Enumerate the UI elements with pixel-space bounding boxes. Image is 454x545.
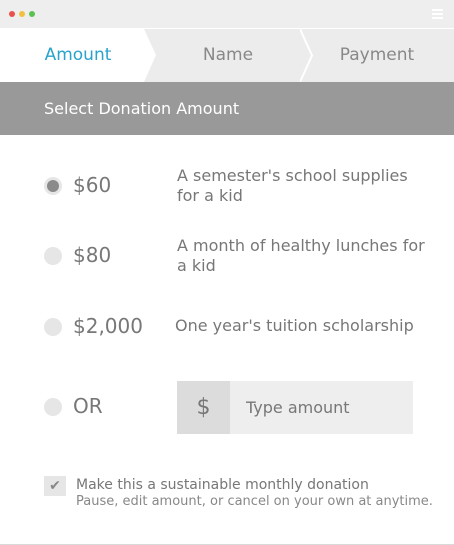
monthly-checkbox[interactable]: ✔: [44, 476, 66, 496]
tab-name[interactable]: Name: [156, 29, 300, 82]
tab-payment[interactable]: Payment: [300, 29, 454, 82]
option-amount: $2,000: [73, 314, 143, 338]
maximize-dot-icon[interactable]: [29, 11, 35, 17]
radio-button-selected[interactable]: [44, 177, 62, 195]
option-description: A semester's school supplies for a kid: [177, 166, 408, 205]
checkmark-icon: ✔: [49, 478, 61, 494]
option-amount: $60: [73, 173, 112, 197]
hamburger-menu-icon[interactable]: [432, 9, 443, 21]
radio-button[interactable]: [44, 398, 62, 416]
section-header: Select Donation Amount: [0, 82, 454, 135]
tab-amount-label: Amount: [44, 45, 112, 65]
close-dot-icon[interactable]: [9, 11, 15, 17]
radio-button[interactable]: [44, 318, 62, 336]
monthly-title: Make this a sustainable monthly donation: [76, 477, 369, 493]
option-description: A month of healthy lunches for a kid: [177, 236, 425, 275]
or-label: OR: [73, 394, 103, 418]
step-tabs: Amount Name Payment: [0, 29, 454, 82]
currency-prefix: $: [177, 381, 230, 434]
radio-button[interactable]: [44, 247, 62, 265]
tab-amount[interactable]: Amount: [0, 29, 156, 82]
donation-window: Amount Name Payment Select Donation Amou…: [0, 0, 454, 545]
minimize-dot-icon[interactable]: [19, 11, 25, 17]
section-title: Select Donation Amount: [44, 99, 240, 118]
monthly-subtitle: Pause, edit amount, or cancel on your ow…: [76, 494, 433, 509]
title-bar: [0, 0, 454, 28]
tab-name-label: Name: [202, 45, 254, 65]
tab-payment-label: Payment: [339, 45, 415, 65]
option-description: One year's tuition scholarship: [175, 316, 414, 335]
option-amount: $80: [73, 243, 112, 267]
custom-amount-input[interactable]: [230, 381, 413, 434]
